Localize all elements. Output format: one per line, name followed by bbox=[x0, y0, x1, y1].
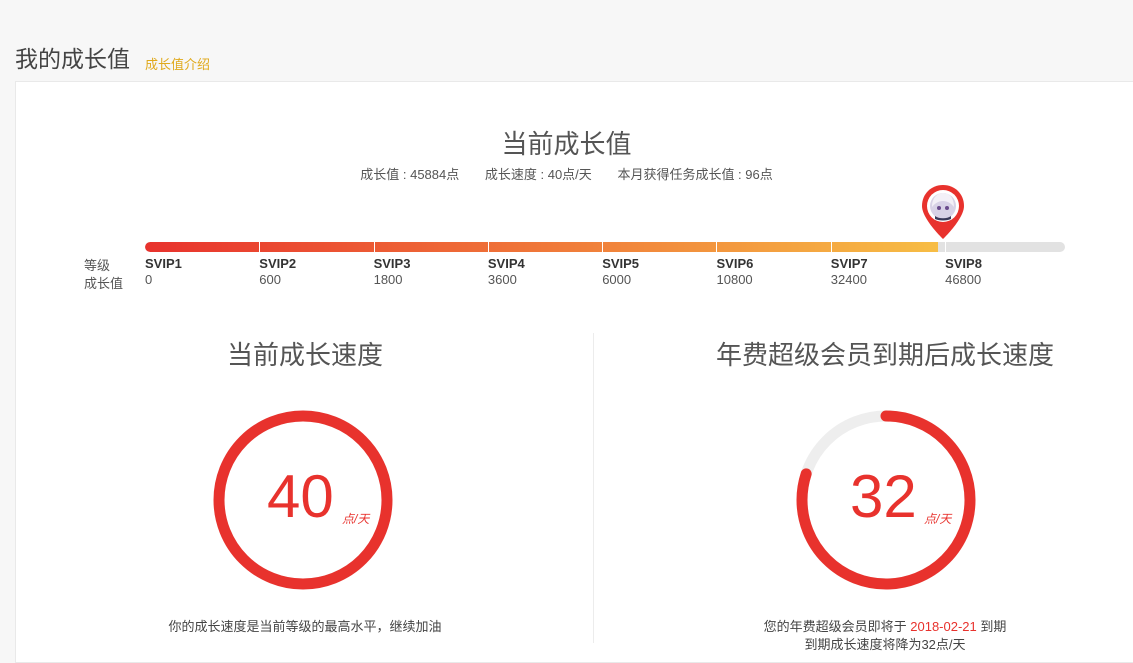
level-marker: SVIP4 3600 bbox=[488, 256, 525, 288]
after-expiry-note-line2: 到期成长速度将降为32点/天 bbox=[804, 637, 966, 652]
growth-speed-stat: 成长速度 : 40点/天 bbox=[484, 167, 592, 182]
monthly-task-stat: 本月获得任务成长值 : 96点 bbox=[617, 167, 773, 182]
level-marker: SVIP5 6000 bbox=[602, 256, 639, 288]
avatar-pin-icon bbox=[922, 185, 964, 239]
growth-heading: 当前成长值 bbox=[501, 129, 632, 159]
level-marker: SVIP8 46800 bbox=[945, 256, 982, 288]
growth-intro-link[interactable]: 成长值介绍 bbox=[145, 54, 210, 73]
level-name: SVIP4 bbox=[487, 256, 525, 271]
level-threshold: 600 bbox=[259, 272, 281, 287]
growth-stats: 成长值 : 45884点 成长速度 : 40点/天 本月获得任务成长值 : 96… bbox=[0, 164, 1133, 183]
level-threshold: 1800 bbox=[373, 272, 403, 287]
level-threshold: 3600 bbox=[487, 272, 517, 287]
level-marker: SVIP6 10800 bbox=[717, 256, 754, 288]
level-tick bbox=[602, 242, 604, 252]
level-threshold: 32400 bbox=[830, 272, 867, 287]
level-name: SVIP5 bbox=[602, 256, 640, 271]
level-name: SVIP6 bbox=[716, 256, 754, 271]
level-marker: SVIP1 0 bbox=[145, 256, 182, 288]
after-expiry-speed-unit: 点/天 bbox=[924, 512, 952, 526]
level-side-label: 等级 bbox=[84, 258, 111, 273]
current-speed-title: 当前成长速度 bbox=[226, 340, 383, 370]
after-expiry-note: 您的年费超级会员即将于 2018-02-21 到期 bbox=[700, 616, 1070, 635]
level-tick bbox=[373, 242, 375, 252]
value-side-label: 成长值 bbox=[84, 276, 124, 291]
level-threshold: 0 bbox=[145, 272, 153, 287]
level-progress-track bbox=[145, 242, 1065, 252]
section-divider bbox=[593, 333, 594, 643]
level-name: SVIP7 bbox=[830, 256, 868, 271]
page-title: 我的成长值 bbox=[15, 46, 130, 72]
level-threshold: 46800 bbox=[945, 272, 982, 287]
level-name: SVIP1 bbox=[145, 256, 182, 271]
level-side-labels: 等级 成长值 bbox=[84, 257, 123, 293]
level-tick bbox=[945, 242, 946, 252]
level-tick bbox=[259, 242, 261, 252]
expiry-note-suffix: 到期 bbox=[980, 619, 1007, 634]
level-marker: SVIP7 32400 bbox=[831, 256, 868, 288]
current-speed-unit: 点/天 bbox=[342, 512, 370, 526]
level-name: SVIP3 bbox=[373, 256, 411, 271]
level-marker: SVIP3 1800 bbox=[374, 256, 411, 288]
expiry-date: 2018-02-21 bbox=[910, 619, 977, 634]
level-marker: SVIP2 600 bbox=[259, 256, 296, 288]
level-name: SVIP8 bbox=[945, 256, 982, 271]
current-speed-note: 你的成长速度是当前等级的最高水平，继续加油 bbox=[168, 619, 442, 634]
level-tick bbox=[716, 242, 718, 252]
level-tick bbox=[487, 242, 489, 252]
level-tick bbox=[830, 242, 832, 252]
growth-total-stat: 成长值 : 45884点 bbox=[360, 167, 460, 182]
after-expiry-speed-title: 年费超级会员到期后成长速度 bbox=[715, 340, 1054, 370]
level-threshold: 6000 bbox=[602, 272, 632, 287]
level-threshold: 10800 bbox=[716, 272, 753, 287]
after-expiry-speed-value: 32 bbox=[850, 463, 917, 530]
current-speed-value: 40 bbox=[267, 463, 334, 530]
level-name: SVIP2 bbox=[259, 256, 297, 271]
level-progress-fill bbox=[145, 242, 938, 252]
expiry-note-prefix: 您的年费超级会员即将于 bbox=[763, 619, 907, 634]
